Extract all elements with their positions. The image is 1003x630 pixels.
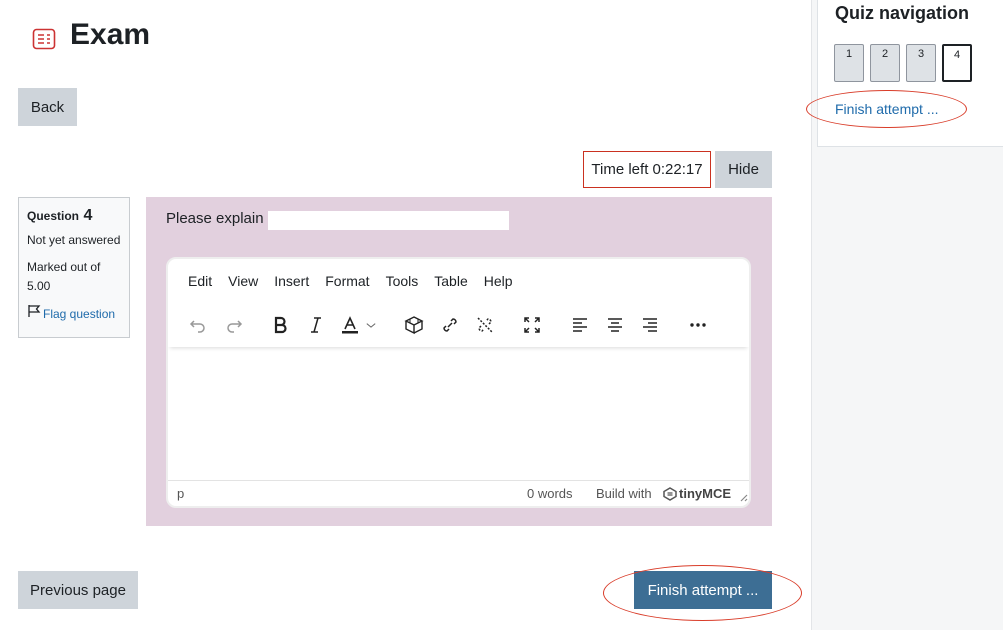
marked-out-of-label: Marked out of <box>27 260 101 274</box>
menu-edit[interactable]: Edit <box>188 273 212 289</box>
quiz-icon <box>32 28 56 50</box>
marked-out-of-value: 5.00 <box>27 279 51 293</box>
tinymce-logo[interactable]: tinyMCE <box>663 486 731 501</box>
menu-view[interactable]: View <box>228 273 258 289</box>
redo-icon[interactable] <box>222 313 246 337</box>
tinymce-logo-icon <box>663 486 677 501</box>
question-prompt: Please explain : <box>166 210 272 227</box>
question-info-panel: Question 4 Not yet answered Marked out o… <box>18 197 130 338</box>
menu-help[interactable]: Help <box>484 273 513 289</box>
undo-icon[interactable] <box>186 313 210 337</box>
editor-content-area[interactable] <box>168 349 749 482</box>
menu-table[interactable]: Table <box>434 273 467 289</box>
highlight-oval-finish-link <box>806 90 967 128</box>
link-icon[interactable] <box>438 313 462 337</box>
time-left-display: Time left 0:22:17 <box>583 151 711 188</box>
rich-text-editor: Edit View Insert Format Tools Table Help <box>166 257 751 508</box>
text-color-dropdown-icon[interactable] <box>364 313 378 337</box>
unlink-icon[interactable] <box>473 313 497 337</box>
editor-menubar: Edit View Insert Format Tools Table Help <box>168 259 749 303</box>
quiz-nav-button-4-current[interactable]: 4 <box>942 44 972 82</box>
flag-question-label: Flag question <box>43 306 116 321</box>
redacted-text-area <box>268 211 509 230</box>
fullscreen-icon[interactable] <box>520 313 544 337</box>
editor-toolbar <box>168 303 749 347</box>
back-button[interactable]: Back <box>18 88 77 126</box>
menu-format[interactable]: Format <box>325 273 369 289</box>
quiz-nav-button-1[interactable]: 1 <box>834 44 864 82</box>
align-right-icon[interactable] <box>638 313 662 337</box>
hide-timer-button[interactable]: Hide <box>715 151 772 188</box>
italic-icon[interactable] <box>304 313 328 337</box>
build-with-label: Build with <box>596 486 652 501</box>
editor-statusbar: p 0 words Build with tinyMCE <box>168 480 749 506</box>
quiz-navigation-title: Quiz navigation <box>835 3 970 23</box>
page-title: Exam <box>70 18 151 51</box>
element-path[interactable]: p <box>177 486 184 501</box>
previous-page-button[interactable]: Previous page <box>18 571 138 609</box>
resize-handle-icon[interactable] <box>738 490 748 505</box>
word-count[interactable]: 0 words <box>527 486 573 501</box>
align-center-icon[interactable] <box>603 313 627 337</box>
tinymce-brand: tinyMCE <box>679 486 731 501</box>
embed-media-icon[interactable] <box>402 313 426 337</box>
quiz-nav-button-3[interactable]: 3 <box>906 44 936 82</box>
menu-tools[interactable]: Tools <box>386 273 419 289</box>
align-left-icon[interactable] <box>568 313 592 337</box>
menu-insert[interactable]: Insert <box>274 273 309 289</box>
flag-icon <box>27 304 41 323</box>
question-status: Not yet answered <box>27 233 121 247</box>
quiz-nav-button-2[interactable]: 2 <box>870 44 900 82</box>
highlight-oval-finish-button <box>603 565 802 621</box>
flag-question-link[interactable]: Flag question <box>27 304 121 323</box>
question-number: 4 <box>83 207 93 224</box>
text-color-icon[interactable] <box>338 313 362 337</box>
bold-icon[interactable] <box>268 313 292 337</box>
question-label: Question <box>27 209 80 223</box>
more-options-icon[interactable] <box>686 313 710 337</box>
